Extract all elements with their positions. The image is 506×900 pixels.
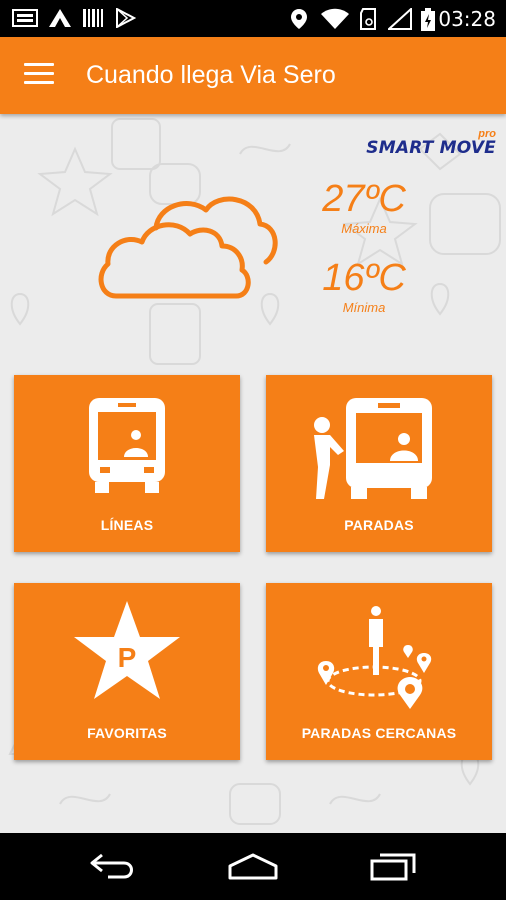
notification-a-icon [49,9,71,27]
cloud-icon [98,196,278,299]
lineas-label: LÍNEAS [100,517,154,533]
status-clock: 03:28 [438,7,496,31]
logo-text: SMART MOVE [366,138,496,158]
svg-text:P: P [118,642,137,673]
bus-stop-icon [314,398,432,499]
max-temp-value: 27ºC [322,178,406,220]
min-temp-label: Mínima [342,300,386,315]
status-bar: 03:28 [0,0,506,37]
battery-icon [421,8,435,31]
app-title: Cuando llega Via Sero [86,61,336,89]
home-icon[interactable] [226,851,280,881]
recents-icon[interactable] [368,851,418,881]
smart-move-logo: pro SMART MOVE [350,124,500,160]
location-icon [291,9,307,29]
max-temperature: 27ºC Máxima [316,178,412,236]
min-temperature: 16ºC Mínima [316,257,412,315]
min-temp-value: 16ºC [322,257,406,299]
navigation-bar [0,833,506,900]
sim-icon [360,8,376,30]
favoritas-button[interactable]: P FAVORITAS [14,583,240,760]
back-icon[interactable] [88,851,138,881]
main-content: pro SMART MOVE 27ºC Máxima 16ºC Mínima L… [0,114,506,833]
star-p-icon: P [74,601,180,699]
sim-card-icon [12,9,38,27]
play-store-icon [116,8,136,28]
paradas-cercanas-label: PARADAS CERCANAS [301,725,457,741]
lineas-button[interactable]: LÍNEAS [14,375,240,552]
signal-icon [388,8,412,30]
favoritas-label: FAVORITAS [87,725,167,741]
barcode-icon [83,9,103,27]
paradas-button[interactable]: PARADAS [266,375,492,552]
bus-icon [89,398,165,493]
hamburger-menu-icon[interactable] [24,63,54,87]
wifi-icon [321,8,349,29]
paradas-label: PARADAS [344,517,414,533]
max-temp-label: Máxima [341,221,387,236]
app-bar: Cuando llega Via Sero [0,37,506,114]
paradas-cercanas-button[interactable]: PARADAS CERCANAS [266,583,492,760]
nearby-stops-icon [317,606,432,709]
